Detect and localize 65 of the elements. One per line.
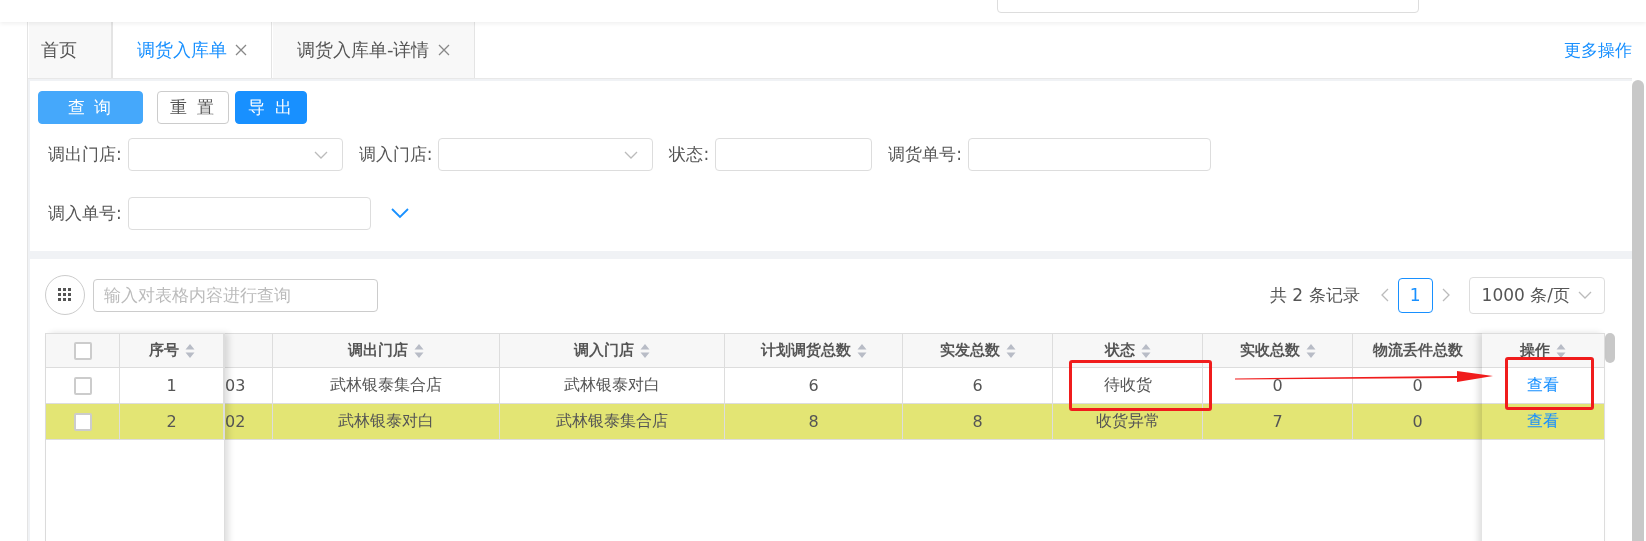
- table-cell: 6: [808, 376, 819, 395]
- input-field[interactable]: [715, 138, 873, 171]
- input-field[interactable]: [967, 138, 1211, 171]
- expand-chevron-icon[interactable]: [390, 208, 409, 219]
- column-header[interactable]: 状态: [1053, 334, 1203, 367]
- table-cell: 收货异常: [1095, 411, 1160, 432]
- tab[interactable]: 首页: [28, 22, 112, 78]
- checkbox[interactable]: [73, 412, 92, 431]
- filter-label: 状态:: [669, 143, 710, 166]
- filter-label: 调货单号:: [888, 143, 962, 166]
- select-field[interactable]: [127, 138, 343, 171]
- column-header[interactable]: 调入门店: [500, 334, 725, 367]
- record-count: 共 2 条记录: [1269, 283, 1360, 307]
- table-cell: 0: [1412, 376, 1423, 395]
- table-cell: 1: [166, 376, 177, 395]
- table-cell: 7: [1272, 412, 1283, 431]
- sort-icon[interactable]: [1005, 342, 1016, 359]
- checkbox[interactable]: [73, 341, 92, 360]
- column-header[interactable]: 调出门店: [273, 334, 500, 367]
- action-button[interactable]: 重 置: [157, 91, 229, 124]
- sort-icon[interactable]: [856, 342, 867, 359]
- next-page-icon[interactable]: [1440, 287, 1451, 303]
- filter-label: 调入门店:: [358, 143, 433, 166]
- close-icon[interactable]: [437, 44, 450, 56]
- scrollbar[interactable]: [1632, 80, 1644, 541]
- table-cell: 武林银泰集合店: [556, 411, 668, 432]
- column-header[interactable]: 实收总数: [1203, 334, 1353, 367]
- sort-icon[interactable]: [414, 342, 424, 359]
- chevron-down-icon: [313, 151, 328, 159]
- sort-icon[interactable]: [1305, 342, 1316, 359]
- table-cell: 6: [972, 376, 983, 395]
- table-cell: 武林银泰集合店: [330, 375, 442, 396]
- chevron-down-icon: [1578, 291, 1592, 299]
- column-header[interactable]: 计划调货总数: [725, 334, 903, 367]
- checkbox[interactable]: [73, 376, 92, 395]
- tab[interactable]: 调货入库单-详情: [272, 22, 475, 78]
- scrollbar[interactable]: [1605, 333, 1615, 363]
- sort-icon[interactable]: [1140, 342, 1151, 359]
- table-cell: 0: [1272, 376, 1283, 395]
- column-header[interactable]: 实发总数: [903, 334, 1053, 367]
- chevron-down-icon: [624, 151, 639, 159]
- table-cell: 武林银泰对白: [564, 375, 660, 396]
- table-cell: 02: [225, 412, 246, 431]
- input-field[interactable]: [127, 197, 371, 230]
- grid-icon: [58, 288, 72, 302]
- table-cell: 0: [1412, 412, 1423, 431]
- prev-page-icon[interactable]: [1379, 287, 1390, 303]
- filter-label: 调出门店:: [48, 143, 122, 166]
- sort-icon[interactable]: [1556, 342, 1566, 359]
- table-cell: 8: [972, 412, 983, 431]
- filter-label: 调入单号:: [48, 202, 122, 225]
- table-cell: 2: [166, 412, 177, 431]
- table-cell: 待收货: [1103, 375, 1152, 396]
- table-search-field[interactable]: 输入对表格内容进行查询: [93, 278, 378, 312]
- table-row[interactable]: 2: [46, 404, 224, 440]
- sort-icon[interactable]: [184, 342, 195, 359]
- close-icon[interactable]: [235, 44, 247, 56]
- table-row[interactable]: 1: [46, 368, 224, 404]
- page-size-select[interactable]: 1000 条/页: [1468, 276, 1605, 314]
- select-field[interactable]: [438, 138, 654, 171]
- sort-icon[interactable]: [640, 342, 650, 359]
- column-header[interactable]: 操作: [1482, 334, 1604, 367]
- table-cell: 武林银泰对白: [338, 411, 434, 432]
- table-cell: 8: [808, 412, 819, 431]
- table-cell: 03: [225, 376, 246, 395]
